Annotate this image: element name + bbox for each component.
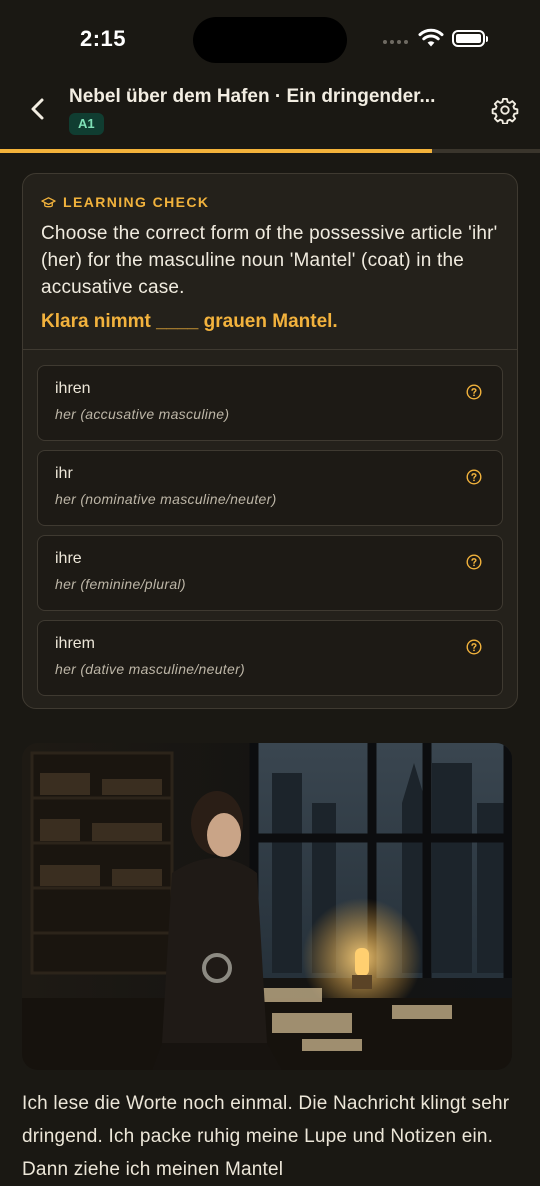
answer-option[interactable]: ihr her (nominative masculine/neuter) [37, 450, 503, 526]
option-word: ihrem [55, 635, 96, 652]
help-circle-icon[interactable] [466, 384, 482, 400]
learning-check-label: LEARNING CHECK [63, 194, 210, 210]
dynamic-island [193, 17, 347, 63]
illustration-scene [22, 743, 512, 1070]
option-word: ihre [55, 550, 82, 567]
wifi-icon [418, 28, 444, 47]
help-circle-icon[interactable] [466, 639, 482, 655]
battery-icon [452, 30, 488, 47]
option-gloss: her (nominative masculine/neuter) [55, 491, 277, 507]
status-bar: 2:15 [0, 0, 540, 80]
gap-sentence: Klara nimmt ____ grauen Mantel. [41, 311, 338, 332]
option-word: ihr [55, 465, 73, 482]
level-badge: A1 [69, 113, 104, 135]
help-circle-icon[interactable] [466, 469, 482, 485]
progress-fill [0, 149, 432, 153]
answer-options: ihren her (accusative masculine) ihr her… [23, 350, 517, 696]
option-gloss: her (accusative masculine) [55, 406, 230, 422]
learning-check-header: LEARNING CHECK Choose the correct form o… [23, 174, 517, 350]
reader-header: Nebel über dem Hafen · Ein dringender...… [0, 80, 540, 148]
answer-option[interactable]: ihren her (accusative masculine) [37, 365, 503, 441]
gear-icon[interactable] [491, 96, 519, 124]
graduation-cap-icon [41, 196, 56, 207]
learning-check-label-row: LEARNING CHECK [41, 194, 499, 210]
status-time: 2:15 [80, 26, 127, 51]
question-text: Choose the correct form of the possessiv… [41, 223, 498, 298]
story-illustration [22, 743, 512, 1070]
help-circle-icon[interactable] [466, 554, 482, 570]
story-progress-bar [0, 149, 540, 153]
answer-option[interactable]: ihre her (feminine/plural) [37, 535, 503, 611]
story-paragraph: Ich lese die Worte noch einmal. Die Nach… [22, 1093, 510, 1180]
answer-option[interactable]: ihrem her (dative masculine/neuter) [37, 620, 503, 696]
option-gloss: her (dative masculine/neuter) [55, 661, 246, 677]
back-chevron-icon[interactable] [24, 94, 52, 124]
option-gloss: her (feminine/plural) [55, 576, 186, 592]
story-title: Nebel über dem Hafen · Ein dringender... [69, 86, 436, 107]
option-word: ihren [55, 380, 91, 397]
learning-check-card: LEARNING CHECK Choose the correct form o… [22, 173, 518, 709]
signal-icon [383, 40, 408, 44]
